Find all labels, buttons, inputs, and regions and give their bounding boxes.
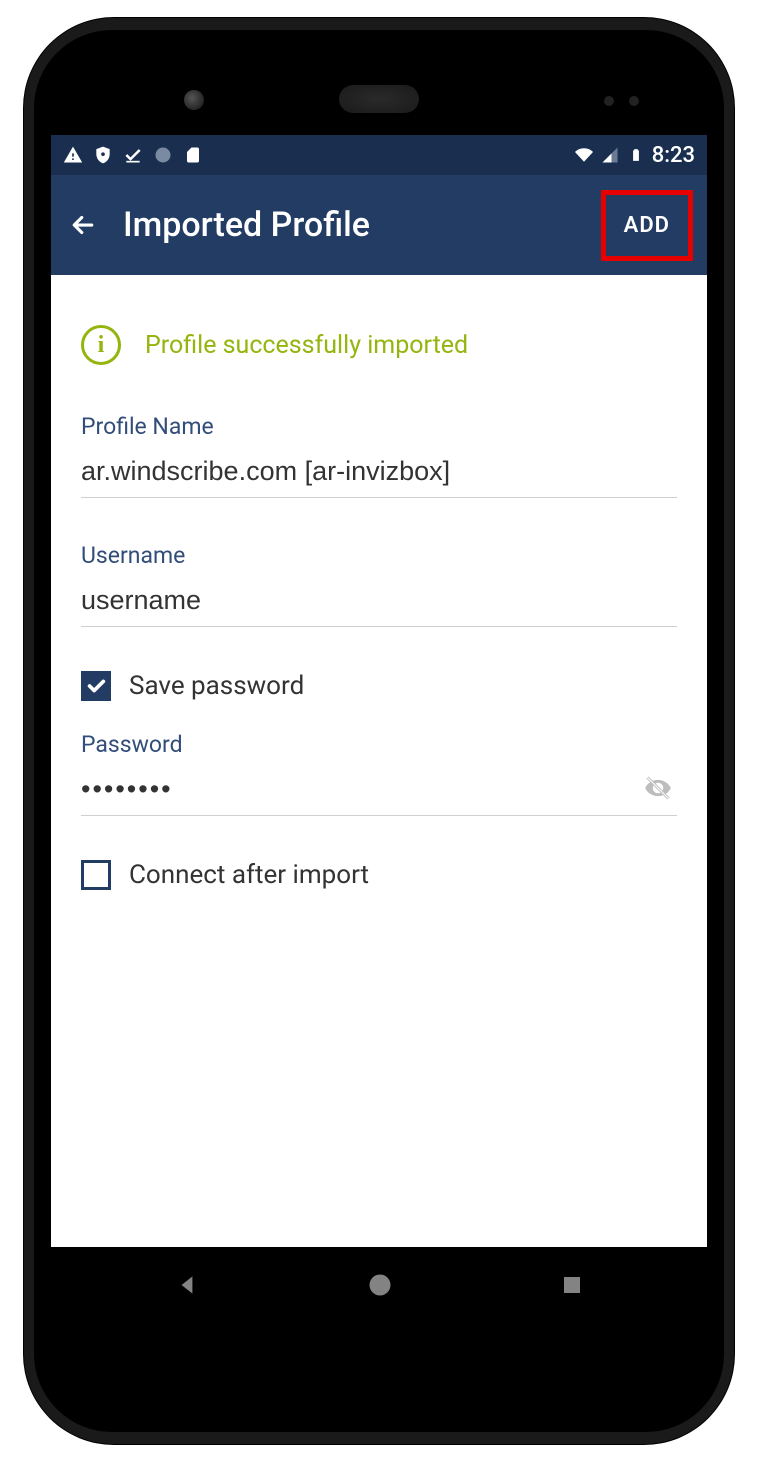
- phone-frame: 8:23 Imported Profile ADD i Profile succ…: [24, 18, 734, 1444]
- connect-after-import-row: Connect after import: [81, 860, 677, 890]
- success-row: i Profile successfully imported: [81, 325, 677, 365]
- app-bar-title: Imported Profile: [123, 205, 579, 245]
- phone-sensor-2: [629, 96, 639, 106]
- content: i Profile successfully imported Profile …: [51, 275, 707, 1247]
- signal-icon: [600, 145, 620, 165]
- add-button[interactable]: ADD: [601, 190, 693, 261]
- nav-recent-button[interactable]: [560, 1273, 584, 1301]
- connect-after-import-checkbox[interactable]: [81, 860, 111, 890]
- battery-icon: [626, 145, 646, 165]
- save-password-label: Save password: [129, 671, 304, 701]
- status-left: [63, 145, 203, 165]
- nav-back-button[interactable]: [174, 1272, 200, 1302]
- profile-name-input[interactable]: [81, 450, 677, 498]
- username-input[interactable]: [81, 579, 677, 627]
- password-field: Password: [81, 731, 677, 816]
- phone-sensor: [604, 96, 614, 106]
- password-input[interactable]: [81, 768, 677, 816]
- phone-camera: [184, 90, 204, 110]
- profile-name-label: Profile Name: [81, 413, 677, 440]
- warning-icon: [63, 145, 83, 165]
- nav-home-button[interactable]: [366, 1271, 394, 1303]
- circle-icon: [153, 145, 173, 165]
- checkmark-icon: [123, 145, 143, 165]
- back-button[interactable]: [65, 207, 101, 243]
- status-time: 8:23: [652, 143, 695, 168]
- android-nav-bar: [51, 1247, 707, 1327]
- password-label: Password: [81, 731, 677, 758]
- wifi-icon: [574, 145, 594, 165]
- password-visibility-toggle[interactable]: [639, 774, 677, 806]
- status-right: 8:23: [574, 143, 695, 168]
- app-bar: Imported Profile ADD: [51, 175, 707, 275]
- phone-speaker: [339, 85, 419, 113]
- success-message: Profile successfully imported: [145, 331, 468, 360]
- status-bar: 8:23: [51, 135, 707, 175]
- save-password-row: Save password: [81, 671, 677, 701]
- shield-icon: [93, 145, 113, 165]
- profile-name-field: Profile Name: [81, 413, 677, 498]
- username-field: Username: [81, 542, 677, 627]
- screen: 8:23 Imported Profile ADD i Profile succ…: [51, 135, 707, 1327]
- connect-after-import-label: Connect after import: [129, 860, 369, 890]
- info-icon: i: [81, 325, 121, 365]
- save-password-checkbox[interactable]: [81, 671, 111, 701]
- sd-card-icon: [183, 145, 203, 165]
- username-label: Username: [81, 542, 677, 569]
- phone-inner: 8:23 Imported Profile ADD i Profile succ…: [34, 30, 724, 1432]
